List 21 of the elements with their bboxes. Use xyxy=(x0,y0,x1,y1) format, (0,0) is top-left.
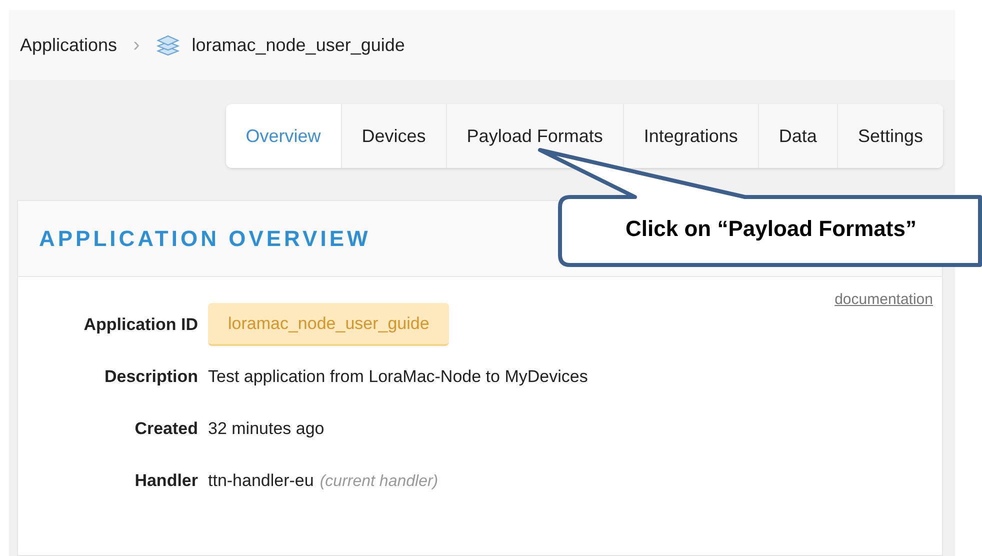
breadcrumb-current: loramac_node_user_guide xyxy=(192,34,405,57)
callout-text: Click on “Payload Formats” xyxy=(626,215,916,243)
field-note: (current handler) xyxy=(320,472,438,492)
layers-icon xyxy=(156,33,180,57)
card-title: APPLICATION OVERVIEW xyxy=(39,225,371,253)
breadcrumb-separator: › xyxy=(133,33,140,58)
tab[interactable]: Data xyxy=(758,104,837,168)
field-label: Handler xyxy=(134,470,199,492)
tab[interactable]: Integrations xyxy=(622,104,758,168)
field-label: Application ID xyxy=(82,314,199,336)
field-value: Test application from LoraMac-Node to MyDevices xyxy=(208,366,588,388)
tab[interactable]: Devices xyxy=(340,104,446,168)
breadcrumb-link[interactable]: Applications xyxy=(20,32,118,58)
tab[interactable]: Settings xyxy=(836,104,943,168)
application-id-badge: loramac_node_user_guide xyxy=(208,302,450,346)
field-value: ttn-handler-eu xyxy=(208,470,314,492)
field-label: Created xyxy=(134,418,199,440)
tab[interactable]: Payload Formats xyxy=(446,104,623,168)
field-label: Description xyxy=(103,366,199,388)
field-value: 32 minutes ago xyxy=(208,418,324,440)
documentation-link[interactable]: documentation xyxy=(834,289,933,312)
